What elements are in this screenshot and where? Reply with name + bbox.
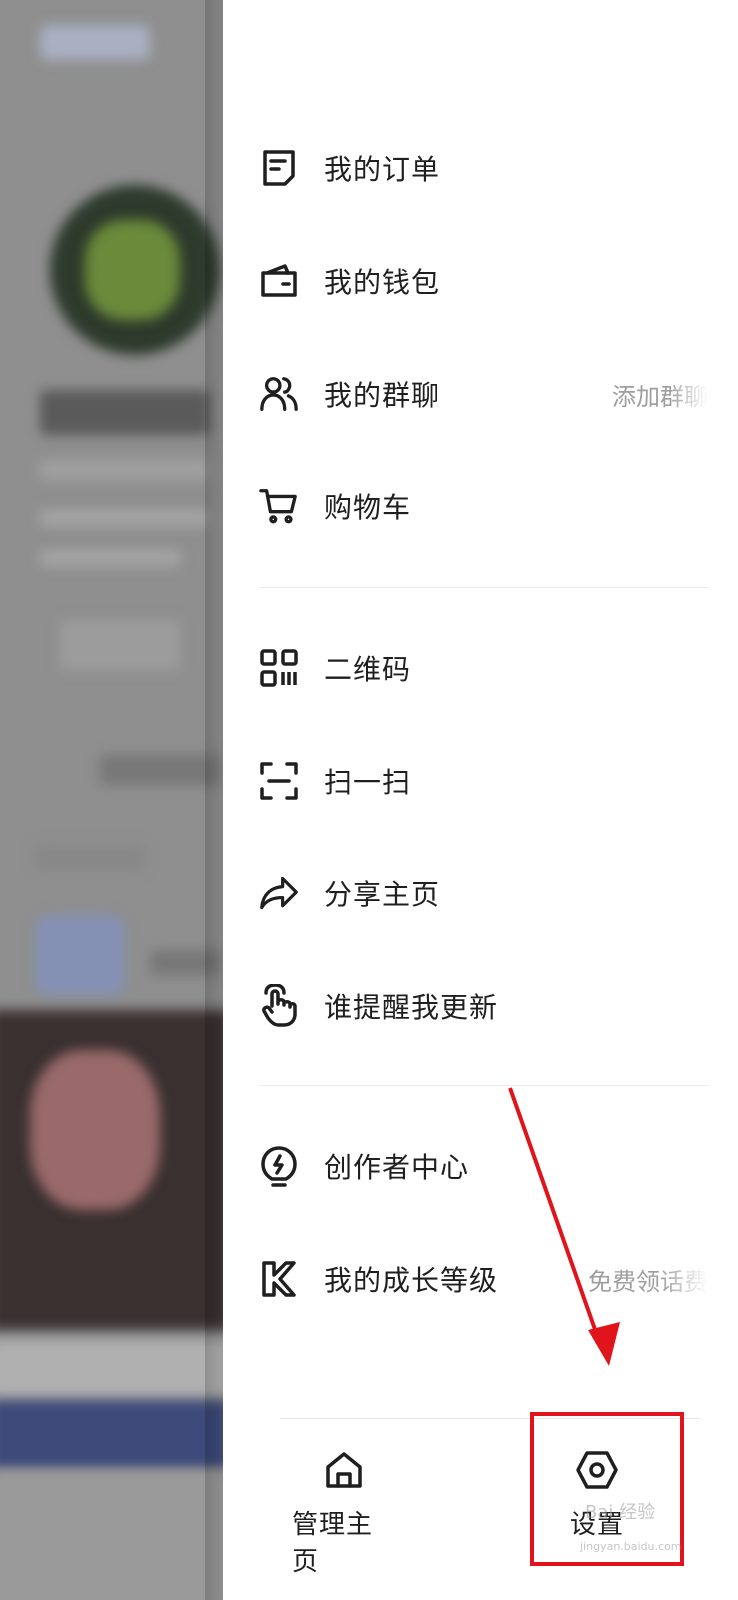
watermark: Bai 经验	[585, 1502, 656, 1523]
watermark-url: jingyan.baidu.com	[580, 1540, 682, 1553]
annotation-arrow	[508, 1087, 620, 1366]
